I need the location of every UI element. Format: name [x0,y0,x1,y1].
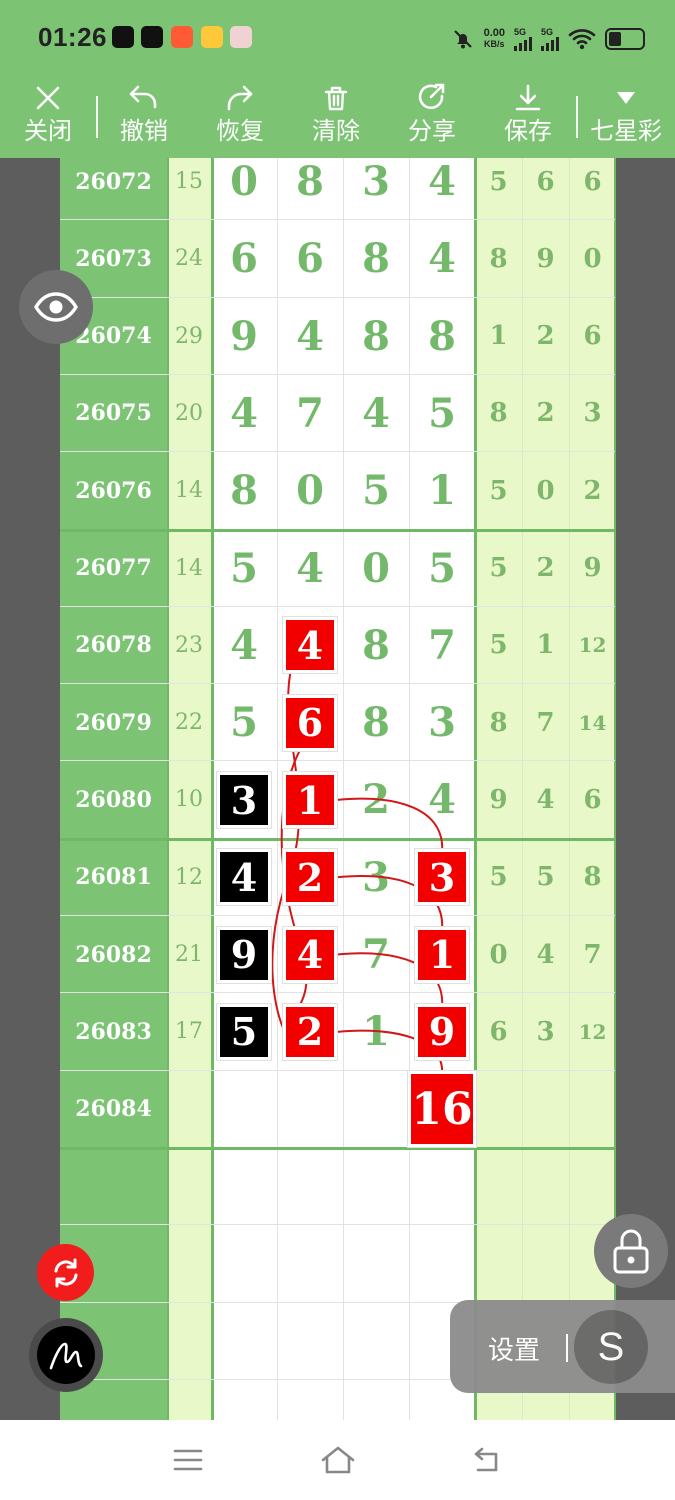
status-time: 01:26 [38,22,107,52]
back-icon [474,1447,498,1472]
share-icon [418,83,445,110]
lottery-label: 七星彩 [590,117,662,145]
highlight-red-digit: 1 [418,929,466,980]
highlight-red-digit: 1 [286,775,334,826]
s-button[interactable]: S [574,1310,648,1384]
lock-button[interactable] [594,1214,668,1288]
mute-bell-icon [453,30,472,49]
share-label: 分享 [408,117,456,145]
clear-button[interactable]: 清除 [296,80,376,146]
wifi-icon [568,29,596,50]
share-button[interactable]: 分享 [392,80,472,146]
status-bar: 01:26 0.00 KB/s 5G 5G [0,0,675,76]
eye-toggle-button[interactable] [19,270,93,344]
settings-panel: 设置 S [450,1300,675,1393]
refresh-button[interactable] [37,1244,94,1301]
toolbar-divider [576,96,578,138]
toolbar: 关闭 撤销 恢复 清除 分享 保存 七星彩 [0,76,675,158]
shopping-app-icon [171,26,193,48]
close-icon [36,86,60,110]
battery-icon [605,28,645,50]
highlight-red-digit: 9 [418,1006,466,1057]
signal-sim2-icon: 5G [541,27,559,51]
system-nav-bar [0,1420,675,1500]
avatar-app-icon [230,26,252,48]
refresh-icon [54,1258,77,1287]
undo-label: 撤销 [120,117,168,145]
coin-app-icon [201,26,223,48]
close-button[interactable]: 关闭 [8,80,88,146]
status-right-icons: 0.00 KB/s 5G 5G [451,24,645,54]
highlight-black-digit: 4 [220,852,268,903]
highlight-red-digit: 3 [418,852,466,903]
lock-icon [613,1229,649,1274]
save-button[interactable]: 保存 [488,80,568,146]
trend-curves [271,651,444,1076]
clear-label: 清除 [312,117,360,145]
highlight-red-digit: 6 [286,697,334,748]
highlight-red-digit: 2 [286,852,334,903]
highlight-red-digit: 2 [286,1006,334,1057]
tiktok-app-icon [112,26,134,48]
signature-pen-icon [49,1342,83,1370]
close-label: 关闭 [24,117,72,145]
redo-label: 恢复 [216,117,264,145]
highlight-black-digit: 5 [220,1006,268,1057]
network-speed: 0.00 KB/s [483,27,505,50]
undo-button[interactable]: 撤销 [104,80,184,146]
trend-curve [335,797,444,854]
tiktok-lite-app-icon [141,26,163,48]
highlight-red-digit: 16 [411,1074,473,1145]
redo-icon [227,85,253,111]
highlight-red-digit: 4 [286,620,334,671]
redo-button[interactable]: 恢复 [200,80,280,146]
dropdown-triangle-icon [617,92,635,104]
home-icon [321,1446,355,1474]
clear-icon [324,86,348,111]
signal-sim1-icon: 5G [514,27,532,51]
trend-chart[interactable]: 26072 15 0 8 3 4 5 6 6 26073 24 6 6 8 4 8 9 0 26074 29 9 4 8 8 1… [0,158,675,1420]
menu-icon [173,1449,203,1471]
lottery-select-button[interactable]: 七星彩 [586,80,666,146]
back-button[interactable] [468,1444,508,1476]
eye-icon [34,292,78,322]
highlight-red-digit: 4 [286,929,334,980]
save-label: 保存 [504,117,552,145]
highlight-black-digit: 9 [220,929,268,980]
settings-button[interactable]: 设置 [488,1330,540,1367]
highlight-black-digit: 3 [220,775,268,826]
recents-button[interactable] [168,1444,208,1476]
pen-button-inner [37,1326,95,1384]
pen-button[interactable] [29,1318,103,1392]
toolbar-divider [96,96,98,138]
undo-icon [129,85,157,109]
home-button[interactable] [318,1444,358,1476]
settings-divider [566,1334,568,1362]
download-icon [515,84,541,111]
